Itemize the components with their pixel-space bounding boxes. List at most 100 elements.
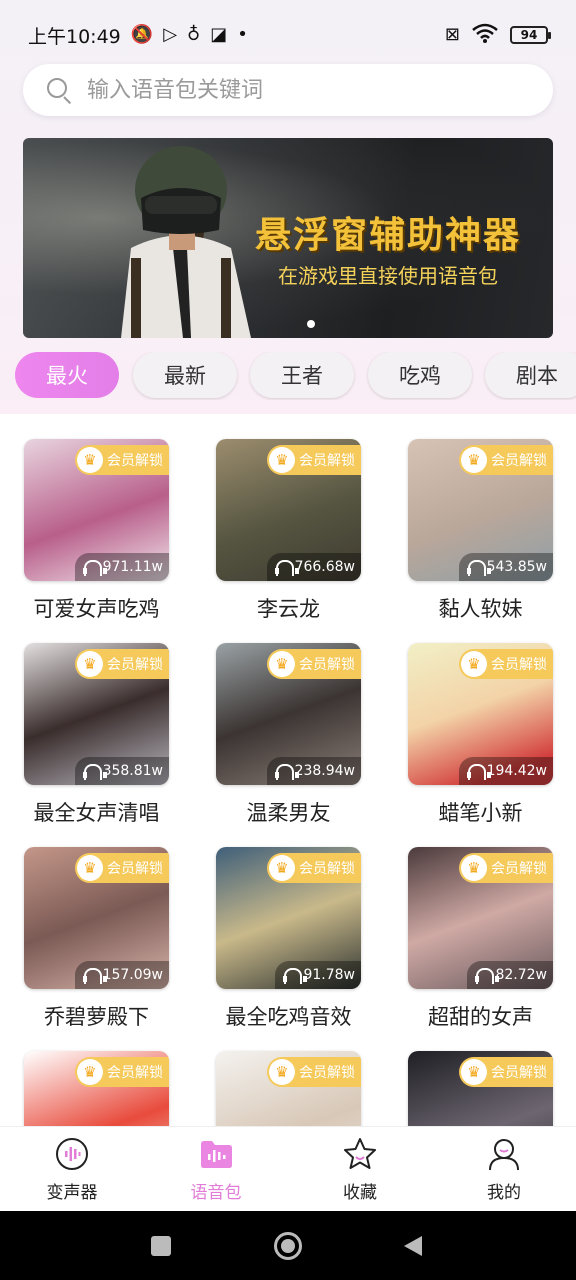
search-bar[interactable] (23, 64, 553, 116)
vip-unlock-badge: ♛ 会员解锁 (75, 649, 169, 679)
app-notification-icon: ◪ (210, 24, 228, 45)
headphone-icon (274, 560, 299, 576)
crown-icon: ♛ (461, 447, 487, 473)
voice-pack-card[interactable]: ♛ 会员解锁 358.81w 最全女声清唱 (24, 643, 169, 827)
voice-pack-card[interactable]: ♛ 会员解锁 157.09w 乔碧萝殿下 (24, 847, 169, 1031)
play-count: 91.78w (275, 961, 361, 989)
vip-unlock-badge: ♛ 会员解锁 (267, 649, 361, 679)
voice-pack-card[interactable]: ♛ 会员解锁 543.85w 黏人软妹 (408, 439, 553, 623)
vip-unlock-badge: ♛ 会员解锁 (267, 445, 361, 475)
play-store-icon: ▷ (163, 24, 178, 45)
star-icon (344, 1137, 376, 1169)
voice-pack-title: 李云龙 (257, 597, 320, 621)
voice-pack-grid: ♛ 会员解锁 971.11w 可爱女声吃鸡 ♛ 会员解锁 766.68w 李云龙 ♛… (0, 414, 576, 1126)
voice-pack-thumbnail: ♛ 会员解锁 91.78w (216, 847, 361, 989)
search-input[interactable] (87, 77, 507, 103)
promo-banner[interactable]: 悬浮窗辅助神器 在游戏里直接使用语音包 (23, 138, 553, 338)
headphone-icon (466, 764, 491, 780)
crown-icon: ♛ (461, 855, 487, 881)
vip-unlock-badge: ♛ 会员解锁 (75, 445, 169, 475)
headphone-icon (283, 968, 308, 984)
play-count: 194.42w (458, 757, 553, 785)
tab-chicken[interactable]: 吃鸡 (368, 352, 472, 398)
nav-voice-pack[interactable]: 语音包 (144, 1127, 288, 1211)
banner-title: 悬浮窗辅助神器 (254, 215, 521, 256)
category-tabs: 最火 最新 王者 吃鸡 剧本 (15, 352, 576, 400)
headphone-icon (82, 560, 107, 576)
mute-bell-icon: 🔕 (130, 24, 154, 45)
voice-pack-card[interactable]: ♛ 会员解锁 238.94w 温柔男友 (216, 643, 361, 827)
voice-pack-card[interactable]: ♛ 会员解锁 (24, 1051, 169, 1126)
square-icon (151, 1235, 171, 1256)
carousel-indicator (307, 320, 315, 328)
headphone-icon (475, 968, 500, 984)
tab-king[interactable]: 王者 (250, 352, 354, 398)
tab-newest[interactable]: 最新 (133, 352, 237, 398)
vip-unlock-badge: ♛ 会员解锁 (75, 1057, 169, 1087)
tab-script[interactable]: 剧本 (485, 352, 576, 398)
voice-pack-title: 可爱女声吃鸡 (33, 597, 160, 621)
home-button[interactable] (258, 1211, 318, 1280)
vip-unlock-badge: ♛ 会员解锁 (267, 853, 361, 883)
crown-icon: ♛ (269, 651, 295, 677)
crown-icon: ♛ (77, 447, 103, 473)
crown-icon: ♛ (461, 1059, 487, 1085)
tab-hottest[interactable]: 最火 (15, 352, 119, 398)
nav-label: 我的 (487, 1182, 521, 1203)
play-count: 358.81w (74, 757, 169, 785)
vip-unlock-badge: ♛ 会员解锁 (75, 853, 169, 883)
recent-apps-button[interactable] (131, 1211, 191, 1280)
location-icon: ♁ (187, 24, 201, 45)
voice-pack-thumbnail: ♛ 会员解锁 (408, 1051, 553, 1126)
crown-icon: ♛ (269, 1059, 295, 1085)
no-sim-icon: ⊠ (444, 24, 460, 45)
crown-icon: ♛ (269, 447, 295, 473)
voice-pack-title: 蜡笔小新 (438, 801, 523, 825)
back-triangle-icon (404, 1235, 422, 1256)
banner-subtitle: 在游戏里直接使用语音包 (278, 264, 498, 288)
voice-pack-icon (201, 1140, 232, 1168)
more-dot-icon: • (237, 24, 248, 45)
voice-pack-card[interactable]: ♛ 会员解锁 91.78w 最全吃鸡音效 (216, 847, 361, 1031)
vip-unlock-badge: ♛ 会员解锁 (459, 649, 553, 679)
user-icon (489, 1138, 519, 1170)
voice-pack-thumbnail: ♛ 会员解锁 358.81w (24, 643, 169, 785)
voice-pack-card[interactable]: ♛ 会员解锁 82.72w 超甜的女声 (408, 847, 553, 1031)
voice-pack-title: 最全女声清唱 (33, 801, 160, 825)
voice-pack-card[interactable]: ♛ 会员解锁 (408, 1051, 553, 1126)
crown-icon: ♛ (77, 1059, 103, 1085)
search-icon (45, 76, 73, 105)
voice-pack-card[interactable]: ♛ 会员解锁 971.11w 可爱女声吃鸡 (24, 439, 169, 623)
headphone-icon (274, 764, 299, 780)
voice-pack-thumbnail: ♛ 会员解锁 238.94w (216, 643, 361, 785)
home-circle-icon (274, 1231, 302, 1260)
voice-pack-card[interactable]: ♛ 会员解锁 766.68w 李云龙 (216, 439, 361, 623)
nav-voice-changer[interactable]: 变声器 (0, 1127, 144, 1211)
play-count: 238.94w (266, 757, 361, 785)
headphone-icon (82, 968, 107, 984)
nav-profile[interactable]: 我的 (432, 1127, 576, 1211)
voice-pack-card[interactable]: ♛ 会员解锁 194.42w 蜡笔小新 (408, 643, 553, 827)
vip-unlock-badge: ♛ 会员解锁 (459, 853, 553, 883)
voice-pack-thumbnail: ♛ 会员解锁 194.42w (408, 643, 553, 785)
voice-changer-icon (56, 1137, 88, 1170)
wifi-icon (472, 23, 498, 47)
voice-pack-title: 黏人软妹 (438, 597, 523, 621)
voice-pack-thumbnail: ♛ 会员解锁 (24, 1051, 169, 1126)
voice-pack-thumbnail: ♛ 会员解锁 82.72w (408, 847, 553, 989)
vip-unlock-badge: ♛ 会员解锁 (267, 1057, 361, 1087)
nav-favorites[interactable]: 收藏 (288, 1127, 432, 1211)
voice-pack-title: 乔碧萝殿下 (44, 1005, 149, 1029)
back-button[interactable] (383, 1211, 443, 1280)
voice-pack-thumbnail: ♛ 会员解锁 157.09w (24, 847, 169, 989)
status-bar: 上午10:49 🔕 ▷ ♁ ◪ • ⊠ 94 (0, 0, 576, 70)
play-count: 971.11w (74, 553, 169, 581)
play-count: 543.85w (458, 553, 553, 581)
voice-pack-thumbnail: ♛ 会员解锁 971.11w (24, 439, 169, 581)
play-count: 157.09w (74, 961, 169, 989)
headphone-icon (82, 764, 107, 780)
vip-unlock-badge: ♛ 会员解锁 (459, 445, 553, 475)
battery-icon: 94 (510, 26, 551, 44)
voice-pack-card[interactable]: ♛ 会员解锁 (216, 1051, 361, 1126)
crown-icon: ♛ (461, 651, 487, 677)
